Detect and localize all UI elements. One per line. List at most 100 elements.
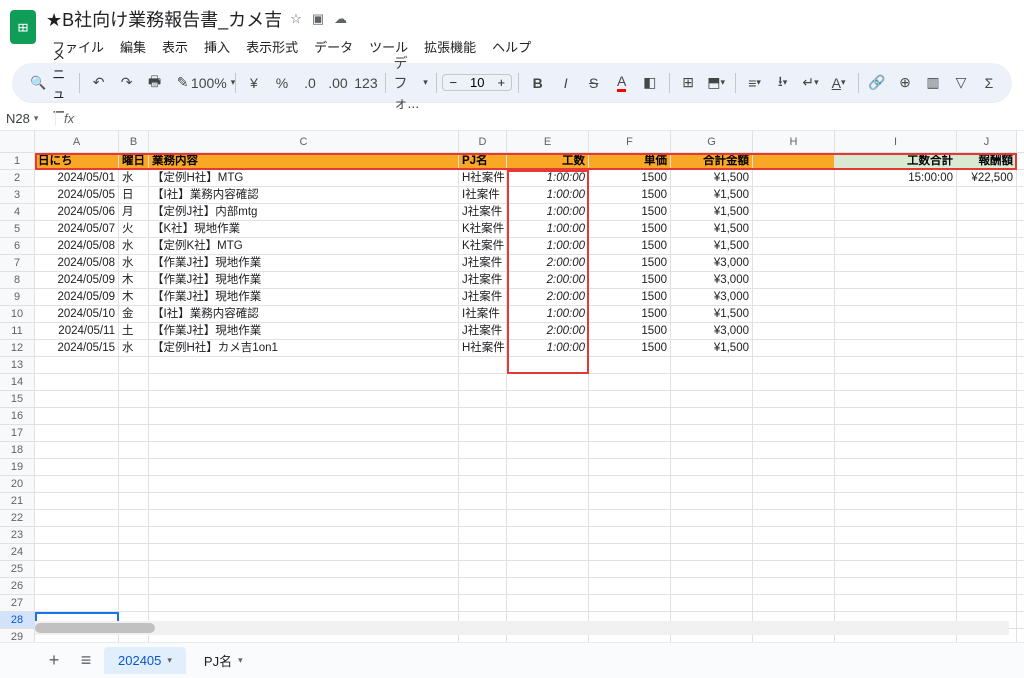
cell[interactable]: [957, 323, 1017, 339]
row-header-26[interactable]: 26: [0, 578, 35, 595]
cell[interactable]: K社案件: [459, 238, 507, 254]
col-header-B[interactable]: B: [119, 131, 149, 152]
row-header-5[interactable]: 5: [0, 221, 35, 238]
merge-button[interactable]: ⬒ ▾: [703, 69, 729, 97]
cell[interactable]: [753, 340, 835, 356]
cell[interactable]: [149, 425, 459, 441]
cell[interactable]: 1:00:00: [507, 187, 589, 203]
cell[interactable]: [35, 561, 119, 577]
row-header-13[interactable]: 13: [0, 357, 35, 374]
cell[interactable]: 1500: [589, 289, 671, 305]
cell[interactable]: 2:00:00: [507, 323, 589, 339]
menu-5[interactable]: データ: [308, 34, 359, 59]
cell[interactable]: 報酬額: [957, 153, 1017, 169]
cell[interactable]: [459, 357, 507, 373]
cell[interactable]: [835, 391, 957, 407]
cell[interactable]: [507, 561, 589, 577]
cell[interactable]: [957, 221, 1017, 237]
sheet-tab-pjname[interactable]: PJ名▾: [190, 645, 257, 676]
cell[interactable]: 水: [119, 170, 149, 186]
cell[interactable]: [589, 391, 671, 407]
cell[interactable]: [119, 357, 149, 373]
cell[interactable]: 2024/05/08: [35, 255, 119, 271]
cell[interactable]: [957, 459, 1017, 475]
cell[interactable]: [835, 442, 957, 458]
row-header-15[interactable]: 15: [0, 391, 35, 408]
col-header-J[interactable]: J: [957, 131, 1017, 152]
cell[interactable]: [753, 493, 835, 509]
cell[interactable]: [957, 527, 1017, 543]
cell[interactable]: ¥3,000: [671, 323, 753, 339]
borders-button[interactable]: ⊞: [675, 69, 701, 97]
cell[interactable]: 2024/05/10: [35, 306, 119, 322]
cell[interactable]: [35, 391, 119, 407]
cell[interactable]: [671, 595, 753, 611]
cell[interactable]: [149, 561, 459, 577]
cell[interactable]: [671, 493, 753, 509]
cell[interactable]: [957, 374, 1017, 390]
cell[interactable]: [589, 595, 671, 611]
cell[interactable]: J社案件: [459, 289, 507, 305]
cell[interactable]: [835, 561, 957, 577]
cell[interactable]: [835, 510, 957, 526]
cell[interactable]: [589, 493, 671, 509]
cell[interactable]: 木: [119, 289, 149, 305]
cell[interactable]: [835, 425, 957, 441]
cell[interactable]: [119, 425, 149, 441]
cell[interactable]: ¥3,000: [671, 289, 753, 305]
cell[interactable]: [835, 476, 957, 492]
star-icon[interactable]: ☆: [290, 11, 302, 27]
cell[interactable]: [35, 510, 119, 526]
row-header-3[interactable]: 3: [0, 187, 35, 204]
menu-4[interactable]: 表示形式: [240, 34, 304, 59]
cell[interactable]: [589, 425, 671, 441]
cell[interactable]: [35, 544, 119, 560]
cell[interactable]: [671, 527, 753, 543]
font-size-decrease[interactable]: −: [443, 75, 463, 90]
cell[interactable]: [957, 510, 1017, 526]
cell[interactable]: [671, 476, 753, 492]
cell[interactable]: [835, 323, 957, 339]
cell[interactable]: 【作業J社】現地作業: [149, 289, 459, 305]
zoom-select[interactable]: 100% ▾: [198, 71, 229, 95]
cell[interactable]: [459, 391, 507, 407]
cell[interactable]: 日にち: [35, 153, 119, 169]
cell[interactable]: [459, 544, 507, 560]
cell[interactable]: [753, 272, 835, 288]
cell[interactable]: [671, 408, 753, 424]
cell[interactable]: 2024/05/09: [35, 272, 119, 288]
cell[interactable]: [35, 408, 119, 424]
cell[interactable]: [119, 459, 149, 475]
move-icon[interactable]: ▣: [312, 11, 324, 27]
cell[interactable]: [459, 476, 507, 492]
cell[interactable]: 2:00:00: [507, 255, 589, 271]
cell[interactable]: [119, 578, 149, 594]
cell[interactable]: [835, 306, 957, 322]
col-header-H[interactable]: H: [753, 131, 835, 152]
cell[interactable]: 1:00:00: [507, 306, 589, 322]
cell[interactable]: 2024/05/08: [35, 238, 119, 254]
cell[interactable]: [957, 272, 1017, 288]
cell[interactable]: PJ名: [459, 153, 507, 169]
font-size-increase[interactable]: +: [491, 75, 511, 90]
cell[interactable]: [119, 493, 149, 509]
cell[interactable]: 金: [119, 306, 149, 322]
comment-button[interactable]: ⊕: [892, 69, 918, 97]
name-box[interactable]: N28: [0, 111, 56, 126]
cell[interactable]: [753, 544, 835, 560]
cell[interactable]: [753, 442, 835, 458]
col-header-A[interactable]: A: [35, 131, 119, 152]
cell[interactable]: [753, 578, 835, 594]
strikethrough-button[interactable]: S: [581, 69, 607, 97]
cell[interactable]: 【I社】業務内容確認: [149, 187, 459, 203]
all-sheets-button[interactable]: ≡: [72, 647, 100, 675]
cell[interactable]: [753, 391, 835, 407]
cell[interactable]: [119, 408, 149, 424]
cell[interactable]: ¥1,500: [671, 221, 753, 237]
cell[interactable]: [957, 595, 1017, 611]
cell[interactable]: ¥3,000: [671, 255, 753, 271]
cell[interactable]: 【定例H社】MTG: [149, 170, 459, 186]
cell[interactable]: [957, 561, 1017, 577]
cell[interactable]: [957, 442, 1017, 458]
cell[interactable]: [753, 323, 835, 339]
